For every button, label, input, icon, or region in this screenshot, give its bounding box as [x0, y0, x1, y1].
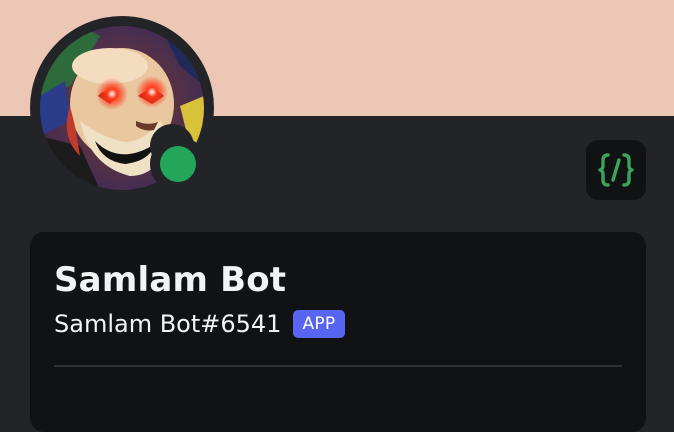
username: Samlam Bot#6541: [54, 310, 282, 338]
username-row: Samlam Bot#6541 APP: [54, 307, 345, 341]
code-braces-icon: [598, 153, 634, 187]
app-tag-badge: APP: [293, 310, 345, 338]
display-name: Samlam Bot: [54, 260, 287, 300]
online-status-icon: [160, 146, 196, 182]
section-divider: [54, 365, 622, 367]
active-developer-badge[interactable]: [586, 140, 646, 200]
